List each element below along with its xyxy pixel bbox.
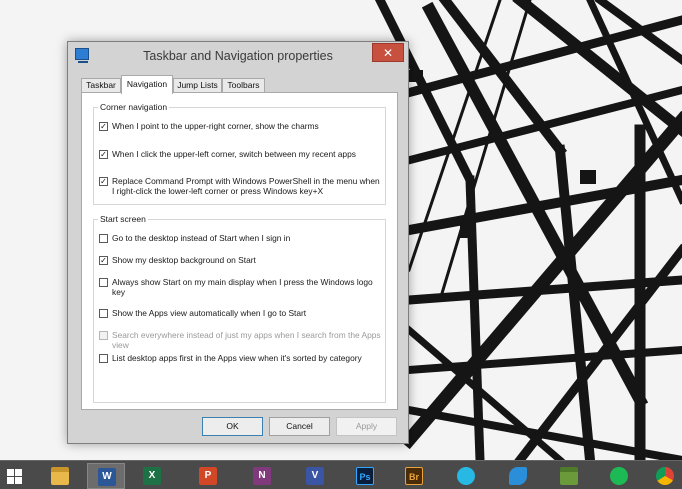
- start-screen-label: Start screen: [98, 214, 148, 224]
- checkbox[interactable]: [99, 278, 108, 287]
- close-button[interactable]: ✕: [372, 43, 404, 62]
- option-apps-view-auto[interactable]: Show the Apps view automatically when I …: [99, 308, 381, 321]
- corner-navigation-label: Corner navigation: [98, 102, 170, 112]
- checkbox[interactable]: ✓: [99, 122, 108, 131]
- windows-logo-icon: [7, 469, 23, 485]
- taskbar-browser-app[interactable]: [499, 463, 537, 489]
- taskbar-spotify[interactable]: [600, 463, 638, 489]
- option-start-main-display[interactable]: Always show Start on my main display whe…: [99, 277, 381, 300]
- checkbox[interactable]: ✓: [99, 150, 108, 159]
- start-button[interactable]: [0, 463, 38, 489]
- taskbar-disc-app[interactable]: [447, 463, 485, 489]
- option-desktop-background[interactable]: ✓ Show my desktop background on Start: [99, 255, 381, 268]
- option-show-charms[interactable]: ✓ When I point to the upper-right corner…: [99, 121, 381, 134]
- option-search-everywhere: Search everywhere instead of just my app…: [99, 330, 381, 353]
- wave-icon: [509, 467, 527, 485]
- taskbar-powerpoint[interactable]: P: [189, 463, 227, 489]
- taskbar-onenote[interactable]: N: [243, 463, 281, 489]
- taskbar-word[interactable]: W: [87, 463, 125, 489]
- option-go-to-desktop[interactable]: Go to the desktop instead of Start when …: [99, 233, 381, 246]
- taskbar-chrome[interactable]: [646, 463, 682, 489]
- tab-navigation[interactable]: Navigation: [121, 75, 173, 94]
- taskbar-bridge[interactable]: Br: [395, 463, 433, 489]
- checkbox-disabled: [99, 331, 108, 340]
- option-replace-command-prompt[interactable]: ✓ Replace Command Prompt with Windows Po…: [99, 176, 381, 199]
- navigation-tab-panel: Corner navigation ✓ When I point to the …: [81, 92, 398, 410]
- chrome-icon: [656, 467, 674, 485]
- tab-taskbar[interactable]: Taskbar: [81, 78, 121, 93]
- tab-toolbars[interactable]: Toolbars: [222, 78, 265, 93]
- minecraft-icon: [560, 467, 578, 485]
- spotify-icon: [610, 467, 628, 485]
- ok-button[interactable]: OK: [202, 417, 263, 436]
- photoshop-icon: Ps: [356, 467, 374, 485]
- onenote-icon: N: [253, 467, 271, 485]
- disc-icon: [457, 467, 475, 485]
- option-desktop-apps-first[interactable]: List desktop apps first in the Apps view…: [99, 353, 381, 376]
- taskbar: W X P N V Ps Br: [0, 460, 682, 489]
- powerpoint-icon: P: [199, 467, 217, 485]
- checkbox[interactable]: ✓: [99, 177, 108, 186]
- taskbar-file-explorer[interactable]: [41, 463, 79, 489]
- properties-dialog: Taskbar and Navigation properties ✕ Task…: [67, 41, 409, 444]
- dialog-title: Taskbar and Navigation properties: [143, 49, 333, 63]
- file-explorer-icon: [51, 467, 69, 485]
- taskbar-minecraft[interactable]: [550, 463, 588, 489]
- tab-jump-lists[interactable]: Jump Lists: [173, 78, 222, 93]
- cancel-button[interactable]: Cancel: [269, 417, 330, 436]
- checkbox[interactable]: [99, 234, 108, 243]
- checkbox[interactable]: [99, 354, 108, 363]
- corner-navigation-group: Corner navigation ✓ When I point to the …: [93, 102, 386, 205]
- checkbox[interactable]: [99, 309, 108, 318]
- taskbar-visio[interactable]: V: [296, 463, 334, 489]
- bridge-icon: Br: [405, 467, 423, 485]
- checkbox[interactable]: ✓: [99, 256, 108, 265]
- excel-icon: X: [143, 467, 161, 485]
- title-bar[interactable]: Taskbar and Navigation properties ✕: [68, 42, 408, 72]
- start-screen-group: Start screen Go to the desktop instead o…: [93, 214, 386, 403]
- taskbar-photoshop[interactable]: Ps: [346, 463, 384, 489]
- word-icon: W: [98, 468, 116, 486]
- option-switch-recent-apps[interactable]: ✓ When I click the upper-left corner, sw…: [99, 149, 381, 162]
- visio-icon: V: [306, 467, 324, 485]
- taskbar-excel[interactable]: X: [133, 463, 171, 489]
- apply-button: Apply: [336, 417, 397, 436]
